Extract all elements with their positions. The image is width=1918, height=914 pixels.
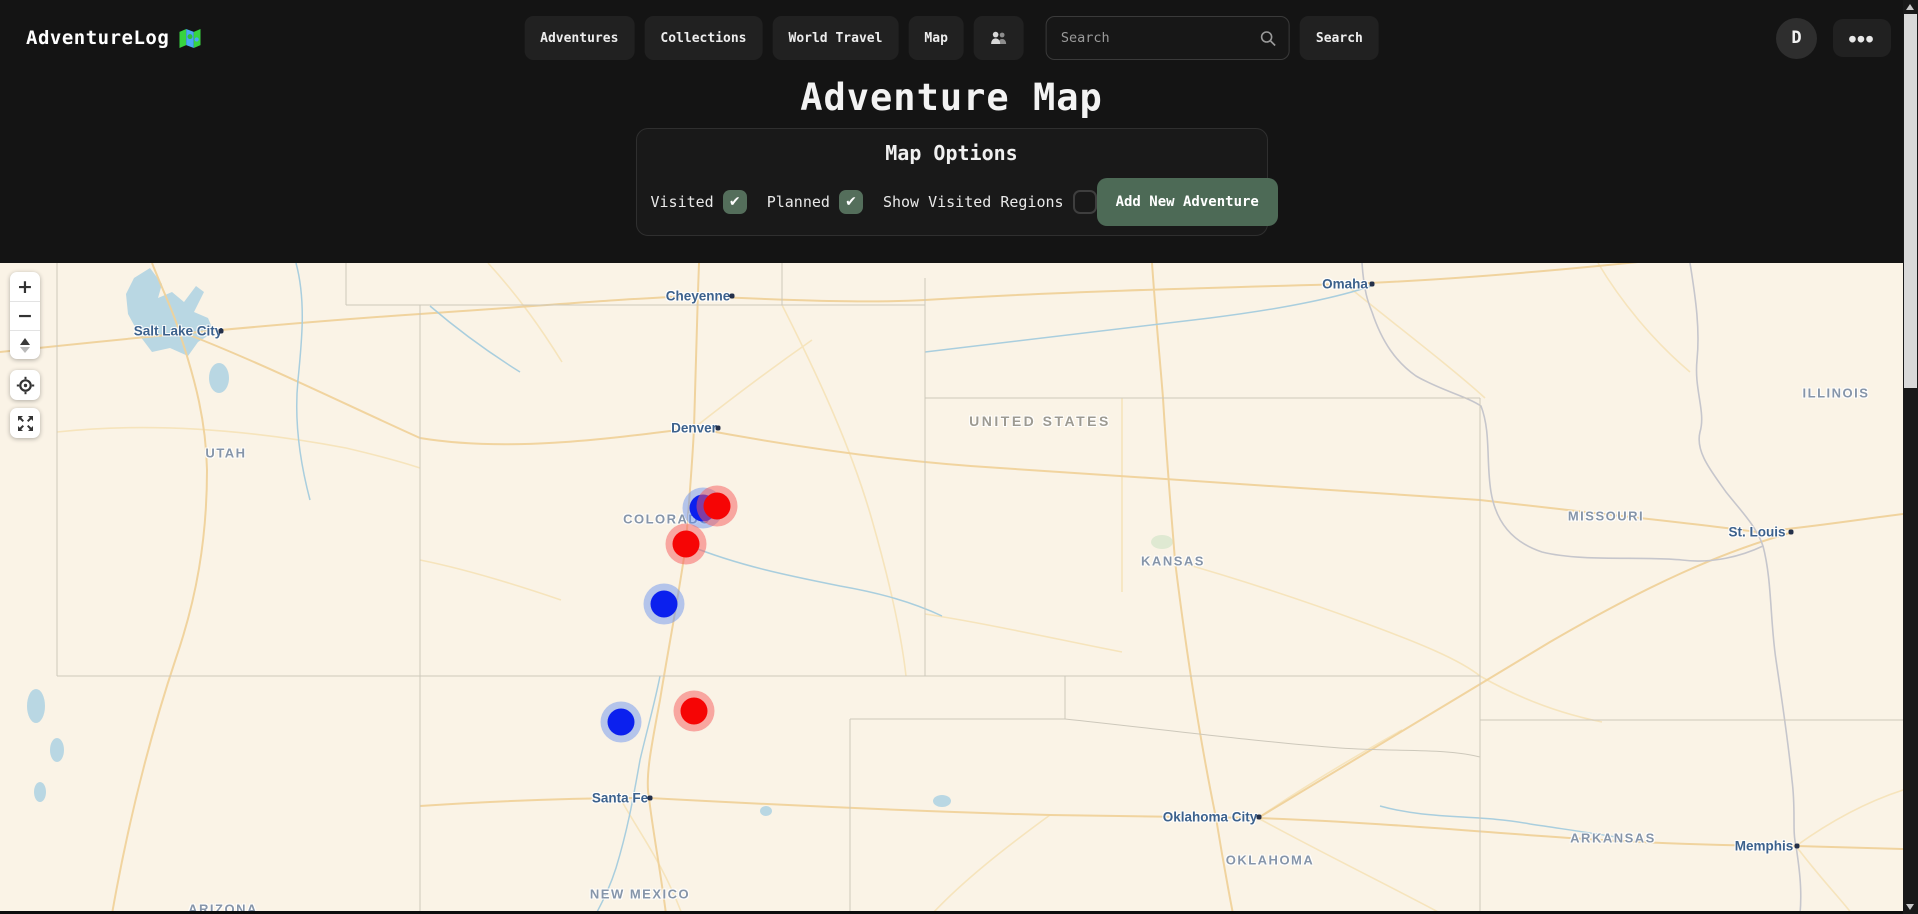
- scrollbar-thumb[interactable]: [1904, 14, 1917, 388]
- fullscreen-button[interactable]: [10, 408, 40, 438]
- shared-users-button[interactable]: [974, 16, 1024, 60]
- map-options-toggles: Visited ✔ Planned ✔ Show Visited Regions: [651, 190, 1097, 214]
- city-dot: [1370, 282, 1375, 287]
- toggle-label: Show Visited Regions: [883, 193, 1064, 211]
- city-dot: [1257, 815, 1262, 820]
- map-logo-icon: [178, 28, 202, 49]
- page-scrollbar: [1903, 0, 1918, 914]
- city-label-st-louis: St. Louis: [1729, 525, 1786, 540]
- checkbox-planned[interactable]: ✔: [839, 190, 863, 214]
- park-patch: [1151, 535, 1173, 549]
- nav-item-collections[interactable]: Collections: [644, 16, 762, 60]
- add-new-adventure-button[interactable]: Add New Adventure: [1097, 178, 1278, 226]
- app-logo[interactable]: AdventureLog: [26, 27, 202, 49]
- minor-roads: [57, 263, 1903, 914]
- state-label-utah: UTAH: [205, 446, 246, 461]
- state-label-illinois: ILLINOIS: [1803, 386, 1870, 401]
- state-borders: [57, 263, 1903, 914]
- tilt-icon: [19, 337, 31, 354]
- avatar[interactable]: D: [1776, 18, 1817, 59]
- page-content: + −: [0, 0, 1903, 914]
- toggle-label: Visited: [651, 193, 714, 211]
- city-label-memphis: Memphis: [1735, 839, 1794, 854]
- map-zoom-controls: + −: [10, 272, 40, 359]
- adventure-marker-planned[interactable]: [651, 591, 678, 618]
- nav-item-map[interactable]: Map: [908, 16, 963, 60]
- search-button[interactable]: Search: [1300, 16, 1379, 60]
- adventure-marker-visited[interactable]: [681, 698, 708, 725]
- city-dot: [730, 294, 735, 299]
- rivers: [296, 263, 1622, 914]
- city-label-cheyenne: Cheyenne: [666, 289, 731, 304]
- scrollbar-down-arrow-icon[interactable]: [1906, 904, 1914, 910]
- major-roads: [0, 263, 1903, 914]
- tilt-control-button[interactable]: [10, 330, 40, 359]
- city-label-denver: Denver: [671, 421, 717, 436]
- topbar-right: D ●●●: [1776, 18, 1903, 59]
- search-icon: [1260, 30, 1277, 47]
- country-label: UNITED STATES: [969, 413, 1111, 429]
- state-label-oklahoma: OKLAHOMA: [1226, 853, 1315, 868]
- state-label-arkansas: ARKANSAS: [1570, 831, 1656, 846]
- city-dot: [1789, 530, 1794, 535]
- adventure-marker-visited[interactable]: [673, 531, 700, 558]
- map-canvas[interactable]: + −: [0, 263, 1903, 914]
- gray-rivers: [1362, 263, 1801, 914]
- city-dot: [716, 426, 721, 431]
- toggle-planned: Planned ✔: [767, 190, 863, 214]
- lakes: [27, 268, 951, 816]
- city-dot: [1795, 844, 1800, 849]
- city-label-omaha: Omaha: [1322, 277, 1368, 292]
- city-label-oklahoma-city: Oklahoma City: [1163, 810, 1258, 825]
- adventure-marker-visited[interactable]: [704, 493, 731, 520]
- adventure-marker-planned[interactable]: [608, 709, 635, 736]
- toggle-show-visited-regions: Show Visited Regions: [883, 190, 1097, 214]
- zoom-out-button[interactable]: −: [10, 301, 40, 330]
- toggle-visited: Visited ✔: [651, 190, 747, 214]
- toggle-label: Planned: [767, 193, 830, 211]
- users-icon: [989, 31, 1009, 46]
- map-geometry: [0, 263, 1903, 914]
- nav-item-adventures[interactable]: Adventures: [524, 16, 634, 60]
- state-label-new-mexico: NEW MEXICO: [590, 887, 690, 902]
- map-options-title: Map Options: [637, 141, 1267, 165]
- page-title: Adventure Map: [0, 76, 1903, 119]
- nav-item-world-travel[interactable]: World Travel: [773, 16, 899, 60]
- locate-icon: [16, 376, 35, 395]
- zoom-in-button[interactable]: +: [10, 272, 40, 301]
- main-nav: AdventuresCollectionsWorld TravelMap Sea…: [524, 16, 1379, 60]
- city-dot: [648, 796, 653, 801]
- checkbox-visited[interactable]: ✔: [723, 190, 747, 214]
- app-name: AdventureLog: [26, 27, 169, 49]
- search-box: [1046, 16, 1290, 60]
- fullscreen-icon: [16, 414, 35, 433]
- city-dot: [219, 329, 224, 334]
- locate-button[interactable]: [10, 370, 40, 400]
- state-label-missouri: MISSOURI: [1568, 509, 1644, 524]
- search-input[interactable]: [1059, 29, 1260, 47]
- scrollbar-up-arrow-icon[interactable]: [1906, 4, 1914, 10]
- top-navigation-bar: AdventureLog AdventuresCollectionsWorld …: [0, 0, 1903, 76]
- map-options-row: Visited✔Planned✔Show Visited Regions Add…: [637, 178, 1267, 226]
- city-label-salt-lake-city: Salt Lake City: [134, 324, 223, 339]
- map-options-card: Map Options Visited ✔ Planned ✔ Show Visited…: [636, 128, 1268, 236]
- checkbox-show-visited-regions[interactable]: [1073, 190, 1097, 214]
- city-label-santa-fe: Santa Fe: [592, 791, 648, 806]
- state-label-kansas: KANSAS: [1141, 554, 1205, 569]
- more-menu-button[interactable]: ●●●: [1833, 19, 1891, 57]
